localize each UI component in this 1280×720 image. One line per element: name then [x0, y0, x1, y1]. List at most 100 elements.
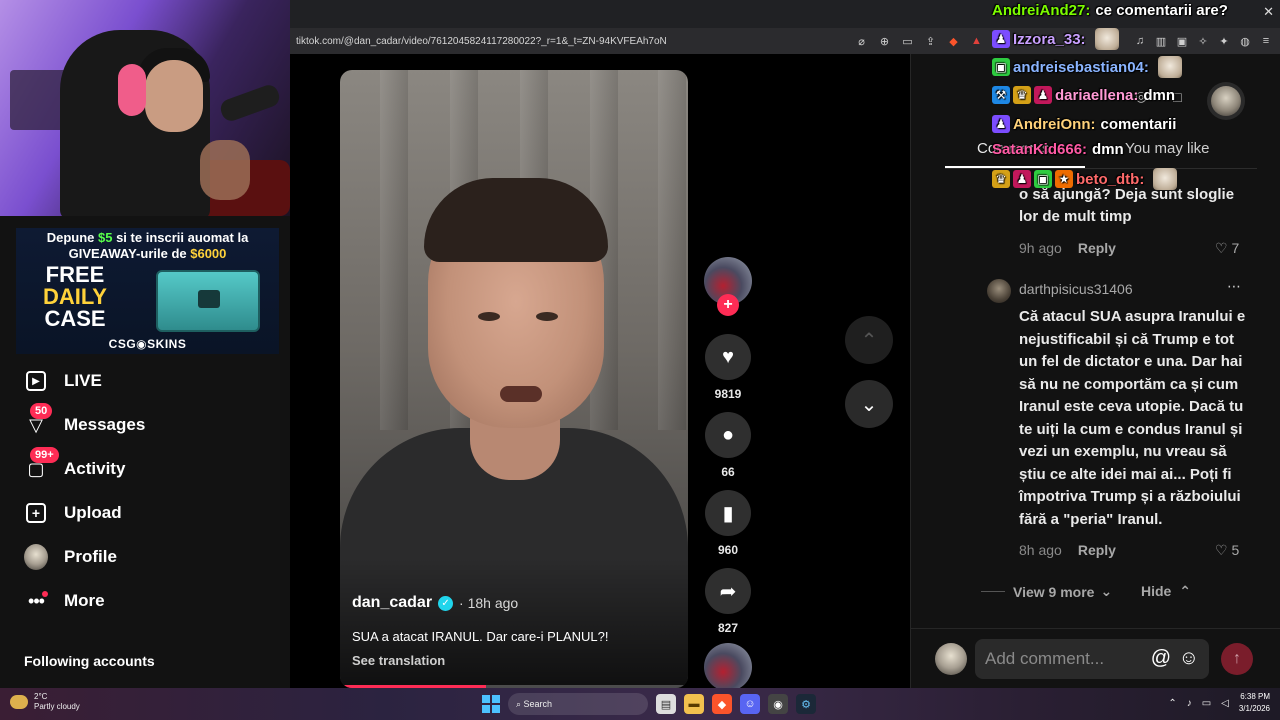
- commenter-username[interactable]: darthpisicus31406: [1019, 281, 1133, 297]
- tray-chevron-icon[interactable]: ⌃: [1168, 698, 1176, 709]
- webcam-headset: [118, 64, 146, 116]
- taskbar-search[interactable]: ⌕ Search: [508, 693, 648, 715]
- chat-message: ♛ ♟ ▣ ★ beto_dtb:: [992, 168, 1180, 190]
- comment-text-line: fără a "peria" Iranul.: [1019, 510, 1163, 528]
- emoji-icon[interactable]: ☺: [1179, 647, 1199, 670]
- save-button[interactable]: ▮: [705, 490, 751, 536]
- wallet-icon[interactable]: ▣: [1176, 35, 1188, 48]
- windows-start-icon[interactable]: [482, 695, 500, 713]
- heart-outline-icon: ♡: [1215, 240, 1228, 256]
- hide-replies-button[interactable]: Hide ⌃: [1141, 583, 1191, 600]
- share-icon[interactable]: ⇪: [924, 35, 937, 48]
- partly-cloudy-icon: [10, 695, 28, 709]
- reply-button[interactable]: Reply: [1078, 542, 1116, 558]
- see-translation-link[interactable]: See translation: [352, 653, 445, 668]
- badge-icon: ♟: [992, 30, 1010, 48]
- zoom-icon[interactable]: ⊕: [878, 35, 891, 48]
- mention-icon[interactable]: @: [1151, 647, 1171, 670]
- video-subject-eye: [478, 312, 500, 321]
- post-comment-button[interactable]: ↑: [1221, 643, 1253, 675]
- crown-badge-icon: ♛: [992, 170, 1010, 188]
- brave-rewards-icon[interactable]: ▲: [970, 35, 983, 47]
- speaker-icon[interactable]: ♪: [1187, 698, 1192, 709]
- steam-icon[interactable]: ⚙: [796, 694, 816, 714]
- sidebar-item-more[interactable]: ••• More: [24, 586, 105, 616]
- sidebar-item-profile[interactable]: Profile: [24, 542, 117, 572]
- video-author[interactable]: dan_cadar ✓ · 18h ago: [352, 594, 518, 612]
- video-player[interactable]: dan_cadar ✓ · 18h ago SUA a atacat IRANU…: [340, 70, 688, 688]
- gift-badge-icon: ▣: [992, 58, 1010, 76]
- comment-text-line: împotriva Trump și a războiului: [1019, 488, 1241, 505]
- add-comment-input[interactable]: Add comment... @ ☺: [975, 639, 1209, 679]
- volume-icon[interactable]: ◁: [1221, 698, 1229, 709]
- author-name[interactable]: dan_cadar: [352, 594, 432, 612]
- leo-icon[interactable]: ✧: [1197, 35, 1209, 48]
- bits-badge-icon: ★: [1055, 170, 1073, 188]
- streamer-webcam: [0, 0, 290, 216]
- curtain-fold: [380, 70, 408, 430]
- badge-icon: ♟: [992, 115, 1010, 133]
- like-button[interactable]: ♥: [705, 334, 751, 380]
- ad-line-1: Depune $5 si te inscrii auomat la: [46, 230, 249, 245]
- comment-button[interactable]: ●: [705, 412, 751, 458]
- next-video-button[interactable]: ⌄: [845, 380, 893, 428]
- address-bar[interactable]: tiktok.com/@dan_cadar/video/761204582411…: [290, 28, 1280, 54]
- music-icon[interactable]: ♫: [1134, 35, 1146, 47]
- video-subject-eye: [536, 312, 558, 321]
- file-explorer-icon[interactable]: ▬: [684, 694, 704, 714]
- obs-icon[interactable]: ◉: [768, 694, 788, 714]
- follow-plus-icon[interactable]: +: [717, 294, 739, 316]
- task-view-icon[interactable]: ▤: [656, 694, 676, 714]
- tab-you-may-like[interactable]: You may like: [1125, 140, 1210, 157]
- sidebar-icon[interactable]: ▥: [1155, 35, 1167, 48]
- comment-text-line: un fel de dictator e una. Dar hai: [1019, 353, 1243, 370]
- ad-headline: FREE DAILY CASE: [43, 262, 107, 331]
- activity-icon: ▢ 99+: [24, 447, 59, 481]
- weather-desc: Partly cloudy: [34, 702, 80, 711]
- url-text[interactable]: tiktok.com/@dan_cadar/video/761204582411…: [296, 36, 667, 47]
- save-count: 960: [717, 543, 739, 557]
- cat-emote-icon: [1094, 28, 1119, 50]
- account-avatar[interactable]: [1207, 82, 1245, 120]
- sidebar-item-upload[interactable]: + Upload: [24, 498, 122, 528]
- heart-outline-icon: ♡: [1215, 542, 1228, 558]
- sidebar-item-live[interactable]: ▶ LIVE: [24, 366, 102, 396]
- install-icon[interactable]: ▭: [901, 35, 914, 48]
- subscriber-badge-icon: ♟: [1013, 170, 1031, 188]
- commenter-avatar[interactable]: [987, 279, 1011, 303]
- mute-icon[interactable]: ⌀: [855, 35, 868, 48]
- sidebar-item-messages[interactable]: ▽ 50 Messages: [24, 403, 145, 440]
- verified-icon: ✓: [438, 595, 454, 611]
- brave-shield-icon[interactable]: ◆: [947, 35, 960, 48]
- webcam-microphone: [218, 82, 282, 124]
- comment-like-button[interactable]: ♡ 5: [1215, 542, 1239, 559]
- weather-temp: 2°C: [34, 692, 48, 701]
- cat-emote-icon: [1153, 168, 1178, 190]
- display-icon[interactable]: ▭: [1202, 698, 1211, 709]
- music-disc-avatar[interactable]: [704, 643, 752, 691]
- search-icon: ⌕: [516, 698, 524, 709]
- vpn-icon[interactable]: ◍: [1239, 35, 1251, 48]
- share-button[interactable]: ➦: [705, 568, 751, 614]
- activity-badge: 99+: [30, 447, 59, 463]
- curtain-fold: [658, 70, 686, 430]
- video-feed: dan_cadar ✓ · 18h ago SUA a atacat IRANU…: [290, 54, 910, 691]
- heart-icon: ♥: [722, 345, 734, 368]
- messages-badge: 50: [30, 403, 53, 419]
- view-more-replies-button[interactable]: View 9 more ⌄: [981, 583, 1112, 600]
- menu-icon[interactable]: ≡: [1260, 35, 1272, 47]
- chat-message: AndreiAnd27: ce comentarii are?: [992, 2, 1228, 19]
- comment-meta: 8h ago Reply: [1019, 542, 1116, 558]
- reply-button[interactable]: Reply: [1078, 240, 1116, 256]
- discord-icon[interactable]: ☺: [740, 694, 760, 714]
- extensions-icon[interactable]: ✦: [1218, 35, 1230, 48]
- comment-text-line: te uiți la cum e condus Iranul și: [1019, 420, 1243, 438]
- sidebar-item-activity[interactable]: ▢ 99+ Activity: [24, 447, 125, 484]
- taskbar-clock[interactable]: 6:38 PM 3/1/2026: [1239, 691, 1270, 715]
- comment-like-button[interactable]: ♡ 7: [1215, 240, 1239, 257]
- comment-options-icon[interactable]: ⋯: [1227, 278, 1242, 295]
- previous-video-button[interactable]: ⌃: [845, 316, 893, 364]
- comment-count: 66: [721, 465, 735, 479]
- brave-browser-icon[interactable]: ◆: [712, 694, 732, 714]
- weather-widget[interactable]: 2°C Partly cloudy: [10, 692, 80, 712]
